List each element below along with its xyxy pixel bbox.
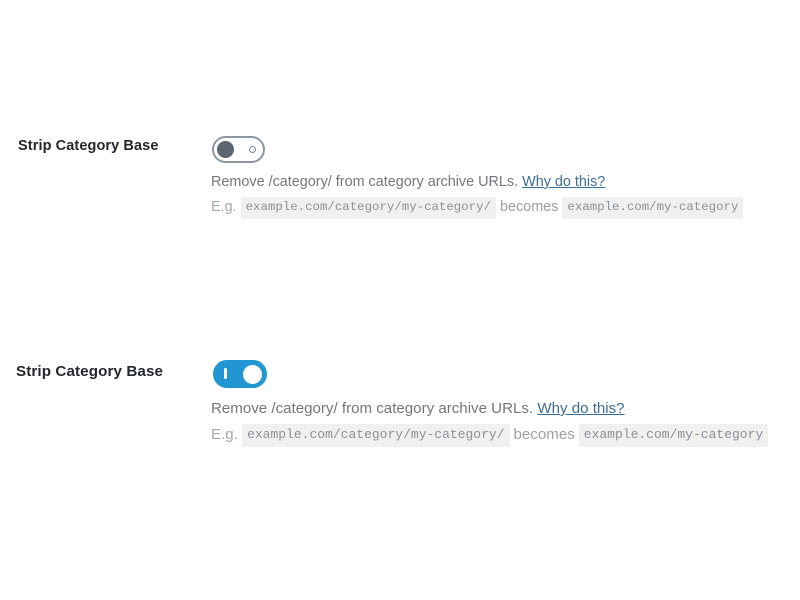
example-url-after: example.com/my-category <box>578 424 769 447</box>
example-connector-label: becomes <box>513 426 575 443</box>
setting-label-strip-category-base: Strip Category Base <box>18 138 159 154</box>
why-do-this-link[interactable]: Why do this? <box>537 400 624 417</box>
toggle-wrapper[interactable] <box>213 360 267 388</box>
setting-description-block: Remove /category/ from category archive … <box>211 398 796 447</box>
setting-example: E.g. example.com/category/my-category/be… <box>211 424 796 447</box>
example-prefix-label: E.g. <box>211 426 238 443</box>
example-url-before: example.com/category/my-category/ <box>242 424 510 447</box>
example-connector-label: becomes <box>499 199 559 215</box>
why-do-this-link[interactable]: Why do this? <box>522 174 605 190</box>
toggle-on-bar-icon <box>224 368 227 379</box>
setting-description: Remove /category/ from category archive … <box>211 172 791 192</box>
toggle-switch-on-icon[interactable] <box>213 360 267 388</box>
toggle-wrapper[interactable] <box>212 136 265 163</box>
setting-label-strip-category-base: Strip Category Base <box>16 363 164 380</box>
setting-description-text: Remove /category/ from category archive … <box>211 174 519 190</box>
setting-description-block: Remove /category/ from category archive … <box>211 172 791 219</box>
example-prefix-label: E.g. <box>211 199 237 215</box>
toggle-switch-off-icon[interactable] <box>212 136 265 163</box>
example-url-after: example.com/my-category <box>562 197 744 219</box>
toggle-off-circle-icon <box>249 146 256 153</box>
toggle-knob-icon <box>243 364 262 384</box>
setting-example: E.g. example.com/category/my-category/be… <box>211 197 791 219</box>
setting-description-text: Remove /category/ from category archive … <box>211 400 534 417</box>
settings-canvas: Strip Category Base Remove /category/ fr… <box>0 0 800 600</box>
toggle-knob-icon <box>217 141 234 158</box>
setting-description: Remove /category/ from category archive … <box>211 398 796 419</box>
example-url-before: example.com/category/my-category/ <box>240 197 496 219</box>
